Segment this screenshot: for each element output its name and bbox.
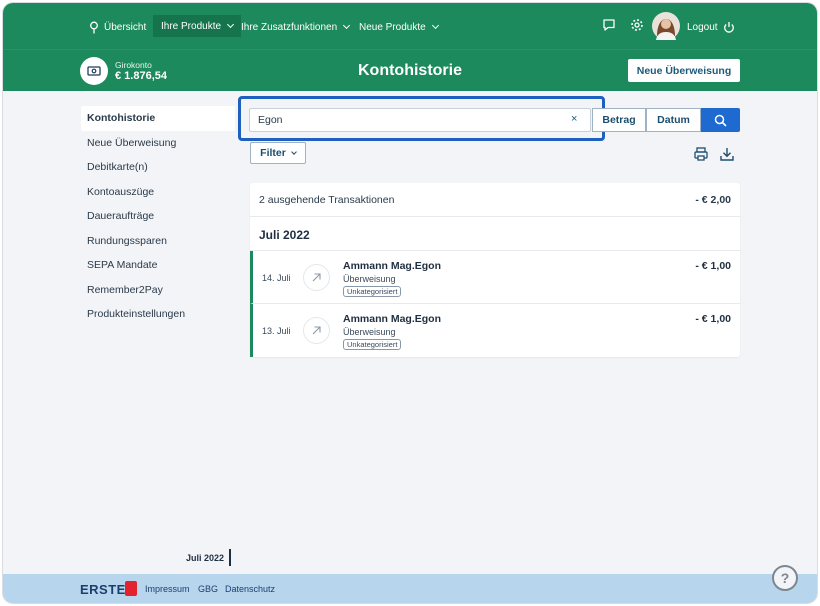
- nav-extras-label: Ihre Zusatzfunktionen: [241, 21, 338, 33]
- chat-icon[interactable]: [602, 18, 616, 32]
- help-icon: ?: [780, 570, 790, 586]
- nav-products[interactable]: Ihre Produkte: [153, 15, 242, 37]
- search-input[interactable]: [249, 108, 591, 132]
- nav-overview[interactable]: Übersicht: [89, 16, 146, 38]
- logout-button[interactable]: Logout: [687, 16, 735, 38]
- transaction-type: Überweisung: [343, 274, 396, 284]
- sidebar-item-debitkarten[interactable]: Debitkarte(n): [81, 155, 235, 180]
- power-icon: [723, 22, 734, 33]
- category-badge[interactable]: Unkategorisiert: [343, 339, 402, 350]
- nav-overview-label: Übersicht: [104, 21, 147, 33]
- sidebar-item-kontoauszuege[interactable]: Kontoauszüge: [81, 180, 235, 205]
- chevron-down-icon: [290, 148, 297, 155]
- date-toggle-button[interactable]: Datum: [646, 108, 701, 132]
- filter-label: Filter: [260, 147, 286, 159]
- sidebar-item-neue-ueberweisung[interactable]: Neue Überweisung: [81, 131, 235, 156]
- outgoing-arrow-icon: [303, 317, 330, 344]
- sidebar-item-remember2pay[interactable]: Remember2Pay: [81, 278, 235, 303]
- sidebar-item-rundungssparen[interactable]: Rundungssparen: [81, 229, 235, 254]
- nav-extras[interactable]: Ihre Zusatzfunktionen: [241, 16, 351, 38]
- summary-row: 2 ausgehende Transaktionen - € 2,00: [250, 183, 740, 217]
- gear-icon[interactable]: [630, 18, 644, 32]
- erste-logo-mark-icon: [125, 581, 137, 596]
- top-navigation: Übersicht Ihre Produkte Ihre Zusatzfunkt…: [3, 3, 817, 49]
- print-icon[interactable]: [693, 146, 709, 162]
- sidebar: Kontohistorie Neue Überweisung Debitkart…: [81, 106, 235, 327]
- nav-products-label: Ihre Produkte: [161, 20, 222, 32]
- month-header: Juli 2022: [250, 217, 740, 251]
- sidebar-item-dauerauftraege[interactable]: Daueraufträge: [81, 204, 235, 229]
- transaction-amount: - € 1,00: [695, 260, 731, 272]
- amount-toggle-button[interactable]: Betrag: [592, 108, 646, 132]
- nav-new-products-label: Neue Produkte: [359, 21, 426, 33]
- month-label: Juli 2022: [259, 228, 310, 242]
- footer-link-datenschutz[interactable]: Datenschutz: [225, 584, 275, 594]
- chevron-down-icon: [431, 21, 439, 30]
- avatar[interactable]: [652, 12, 680, 40]
- logout-label: Logout: [687, 21, 718, 33]
- transaction-name: Ammann Mag.Egon: [343, 260, 442, 272]
- download-icon[interactable]: [719, 146, 735, 162]
- summary-amount: - € 2,00: [695, 194, 731, 206]
- outgoing-arrow-icon: [303, 264, 330, 291]
- transactions-card: 2 ausgehende Transaktionen - € 2,00 Juli…: [250, 183, 740, 357]
- app-window: Übersicht Ihre Produkte Ihre Zusatzfunkt…: [3, 3, 817, 603]
- clear-search-icon[interactable]: ×: [571, 113, 577, 125]
- transaction-name: Ammann Mag.Egon: [343, 313, 442, 325]
- sidebar-item-sepa-mandate[interactable]: SEPA Mandate: [81, 253, 235, 278]
- search-icon: [714, 114, 727, 127]
- erste-logo: ERSTE: [80, 582, 126, 597]
- new-transfer-button[interactable]: Neue Überweisung: [628, 59, 740, 82]
- summary-text: 2 ausgehende Transaktionen: [259, 194, 395, 206]
- timeline-marker: [229, 549, 231, 566]
- location-pin-icon: [90, 21, 98, 33]
- chevron-down-icon: [343, 21, 351, 30]
- transaction-date: 13. Juli: [262, 326, 291, 336]
- transaction-row[interactable]: 13. Juli Ammann Mag.Egon Überweisung Unk…: [250, 304, 740, 357]
- help-button[interactable]: ?: [772, 565, 798, 591]
- transaction-date: 14. Juli: [262, 273, 291, 283]
- timeline-month-label[interactable]: Juli 2022: [186, 553, 224, 563]
- transaction-amount: - € 1,00: [695, 313, 731, 325]
- transaction-type: Überweisung: [343, 327, 396, 337]
- filter-button[interactable]: Filter: [250, 142, 306, 164]
- category-badge[interactable]: Unkategorisiert: [343, 286, 402, 297]
- footer-link-impressum[interactable]: Impressum: [145, 584, 190, 594]
- chevron-down-icon: [227, 20, 235, 29]
- nav-new-products[interactable]: Neue Produkte: [359, 16, 439, 38]
- search-button[interactable]: [701, 108, 740, 132]
- sidebar-item-produkteinstellungen[interactable]: Produkteinstellungen: [81, 302, 235, 327]
- footer-link-gbg[interactable]: GBG: [198, 584, 218, 594]
- sidebar-item-kontohistorie[interactable]: Kontohistorie: [81, 106, 235, 131]
- transaction-row[interactable]: 14. Juli Ammann Mag.Egon Überweisung Unk…: [250, 251, 740, 304]
